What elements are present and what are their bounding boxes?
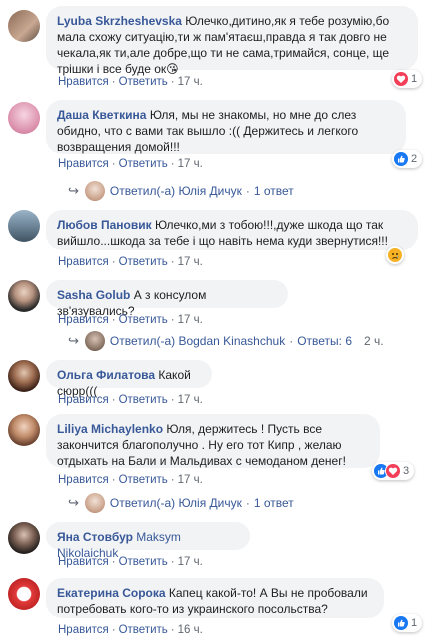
avatar [84, 181, 105, 201]
comment-actions: Нравится · Ответить · 17 ч. [58, 556, 203, 568]
reply-link[interactable]: Ответить [119, 556, 168, 568]
comment-bubble: Яна Стовбур Maksym Nikolaichuk [46, 522, 250, 560]
comment-author[interactable]: Любов Пановик [57, 218, 152, 232]
avatar[interactable] [8, 360, 40, 392]
avatar[interactable] [8, 10, 40, 42]
replied-by[interactable]: Ответил(-а) Юлія Дичук [110, 184, 242, 198]
sad-icon [388, 248, 402, 262]
reaction-count: 1 [411, 617, 418, 629]
reaction-summary[interactable]: 1 [392, 614, 423, 632]
reaction-summary[interactable]: 1 [392, 70, 423, 88]
comment-actions: Нравится · Ответить · 16 ч. [58, 624, 203, 636]
comment-bubble: Liliya Michaylenko Юля, держитесь ! Пуст… [46, 414, 380, 468]
reaction-count: 3 [403, 465, 410, 477]
avatar[interactable] [8, 280, 40, 312]
comment-actions: Нравится · Ответить · 17 ч. [58, 76, 203, 88]
reply-link[interactable]: Ответить [119, 314, 168, 326]
comment-author[interactable]: Liliya Michaylenko [57, 422, 163, 436]
replies-link[interactable]: ↪ Ответил(-а) Юлія Дичук · 1 ответ [68, 492, 294, 514]
like-link[interactable]: Нравится [58, 394, 109, 406]
reply-link[interactable]: Ответить [119, 474, 168, 486]
avatar[interactable] [8, 578, 40, 610]
kiss-emoji: 😘 [166, 62, 179, 76]
comment-actions: Нравится · Ответить · 17 ч. [58, 158, 203, 170]
comment-author[interactable]: Lyuba Skrzheshevska [57, 14, 182, 28]
replies-link[interactable]: ↪ Ответил(-а) Юлія Дичук · 1 ответ [68, 180, 294, 202]
timestamp[interactable]: 17 ч. [178, 394, 203, 406]
like-link[interactable]: Нравится [58, 314, 109, 326]
timestamp[interactable]: 17 ч. [178, 158, 203, 170]
reaction-count: 1 [411, 73, 418, 85]
reply-link[interactable]: Ответить [119, 256, 168, 268]
reply-link[interactable]: Ответить [119, 624, 168, 636]
reply-link[interactable]: Ответить [119, 76, 168, 88]
comment-actions: Нравится · Ответить · 17 ч. [58, 394, 203, 406]
comment-author[interactable]: Sasha Golub [57, 288, 130, 302]
comment-actions: Нравится · Ответить · 17 ч. [58, 314, 203, 326]
reaction-summary[interactable]: 2 [392, 150, 423, 168]
reply-arrow-icon: ↪ [68, 183, 79, 198]
comment-bubble: Любов Пановик Юлечко,ми з тобою!!!,дуже … [46, 210, 418, 250]
reply-count[interactable]: 1 ответ [254, 496, 294, 510]
like-link[interactable]: Нравится [58, 76, 109, 88]
timestamp[interactable]: 2 ч. [364, 334, 384, 348]
replied-by[interactable]: Ответил(-а) Bogdan Kinashchuk [110, 334, 285, 348]
comment-author[interactable]: Ольга Филатова [57, 368, 155, 382]
timestamp[interactable]: 17 ч. [178, 556, 203, 568]
comment-bubble: Lyuba Skrzheshevska Юлечко,дитино,як я т… [46, 6, 418, 76]
avatar [84, 493, 105, 513]
like-link[interactable]: Нравится [58, 256, 109, 268]
replied-by[interactable]: Ответил(-а) Юлія Дичук [110, 496, 242, 510]
reply-count[interactable]: 1 ответ [254, 184, 294, 198]
like-icon [394, 616, 408, 630]
comment-author[interactable]: Яна Стовбур [57, 530, 133, 544]
like-icon [394, 152, 408, 166]
avatar[interactable] [8, 102, 40, 134]
comment-bubble: Sasha Golub А з консулом зв'язувались? [46, 280, 288, 318]
reply-link[interactable]: Ответить [119, 394, 168, 406]
avatar[interactable] [8, 414, 40, 446]
avatar [84, 331, 105, 351]
timestamp[interactable]: 17 ч. [178, 76, 203, 88]
reply-link[interactable]: Ответить [119, 158, 168, 170]
heart-icon [386, 464, 400, 478]
reply-arrow-icon: ↪ [68, 333, 79, 348]
comment-bubble: Ольга Филатова Какой сюрр((( [46, 360, 212, 398]
replies-link[interactable]: ↪ Ответил(-а) Bogdan Kinashchuk · Ответы… [68, 330, 384, 352]
reaction-summary[interactable] [386, 246, 404, 264]
like-link[interactable]: Нравится [58, 158, 109, 170]
comment-bubble: Даша Кветкина Юля, мы не знакомы, но мне… [46, 100, 406, 154]
like-link[interactable]: Нравится [58, 624, 109, 636]
timestamp[interactable]: 16 ч. [178, 624, 203, 636]
comment-bubble: Екатерина Сорока Капец какой-то! А Вы не… [46, 578, 384, 618]
reply-count[interactable]: Ответы: 6 [297, 334, 352, 348]
comment-author[interactable]: Екатерина Сорока [57, 586, 166, 600]
timestamp[interactable]: 17 ч. [178, 256, 203, 268]
avatar[interactable] [8, 210, 40, 242]
avatar[interactable] [8, 522, 40, 554]
like-link[interactable]: Нравится [58, 474, 109, 486]
comment-author[interactable]: Даша Кветкина [57, 108, 146, 122]
like-link[interactable]: Нравится [58, 556, 109, 568]
comment-actions: Нравится · Ответить · 17 ч. [58, 256, 203, 268]
reaction-summary[interactable]: 3 [372, 462, 415, 480]
comment-actions: Нравится · Ответить · 17 ч. [58, 474, 203, 486]
reaction-count: 2 [411, 153, 418, 165]
heart-icon [394, 72, 408, 86]
timestamp[interactable]: 17 ч. [178, 474, 203, 486]
timestamp[interactable]: 17 ч. [178, 314, 203, 326]
reply-arrow-icon: ↪ [68, 495, 79, 510]
